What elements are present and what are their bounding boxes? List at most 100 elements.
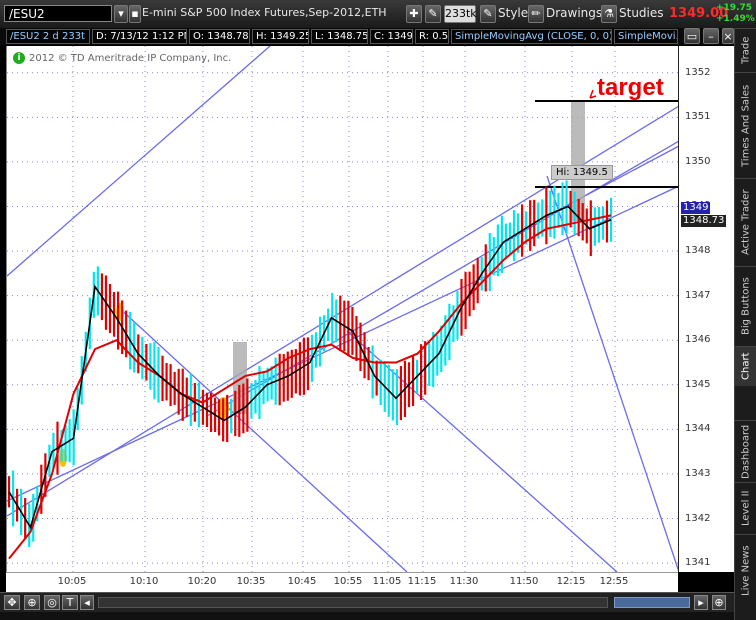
time-axis-tick: 10:05	[57, 576, 87, 587]
text-tool-button[interactable]: T	[62, 595, 78, 610]
drawings-menu[interactable]: Drawings	[546, 6, 602, 20]
price-axis[interactable]: 1352 1351 1350 1349 1348 1347 1346 1345 1344 1343…	[678, 46, 735, 572]
pencil-icon: ✎	[483, 7, 493, 20]
study-sma-1[interactable]: SimpleMovingAvg (CLOSE, 0, 0)	[451, 29, 612, 44]
sma-fast-line	[8, 205, 612, 530]
flask-icon: ⚗	[604, 7, 614, 20]
price-axis-tick: 1351	[685, 111, 711, 123]
sma-slow-line	[8, 214, 612, 560]
price-axis-tick: 1341	[685, 557, 711, 569]
studies-menu[interactable]: Studies	[619, 6, 664, 20]
low-field: L: 1348.75	[311, 29, 368, 44]
chevron-down-icon: ▾	[118, 7, 124, 20]
copyright-notice: 2012 © TD Ameritrade IP Company, Inc.	[29, 53, 232, 64]
price-chart-svg[interactable]	[7, 46, 679, 572]
price-axis-tick: 1347	[685, 289, 711, 301]
trendline	[7, 46, 271, 277]
zoom-button[interactable]: ⊕	[24, 595, 40, 610]
sidebar-tab-trade[interactable]: Trade	[735, 28, 756, 72]
scroll-right-button[interactable]: ▸	[694, 595, 708, 610]
arrow-right-icon: ▸	[698, 596, 704, 609]
tools-button[interactable]: ✎	[425, 5, 441, 23]
info-icon[interactable]: i	[13, 52, 25, 64]
high-field: H: 1349.25	[252, 29, 309, 44]
window-minimize-button[interactable]: –	[703, 28, 719, 44]
time-axis-tick: 11:05	[372, 576, 402, 587]
change-points: +19.75	[716, 3, 753, 13]
time-axis-tick: 10:35	[236, 576, 266, 587]
sidebar-tab-big-buttons[interactable]: Big Buttons	[735, 266, 756, 346]
sidebar-tab-chart[interactable]: Chart	[735, 346, 756, 386]
symbol-lookup-button[interactable]: ▪	[129, 5, 141, 23]
time-scrollbar-thumb[interactable]	[614, 597, 690, 608]
date-field: D: 7/13/12 1:12 PM	[92, 29, 187, 44]
restore-icon: ▭	[686, 30, 698, 43]
time-axis-tick: 12:55	[599, 576, 629, 587]
style-icon-button[interactable]: ✎	[480, 5, 496, 23]
time-axis-tick: 11:50	[509, 576, 539, 587]
price-chart[interactable]: i 2012 © TD Ameritrade IP Company, Inc. …	[6, 46, 679, 572]
trendline	[206, 140, 679, 417]
time-axis-tick: 10:10	[129, 576, 159, 587]
high-price-label: Hi: 1349.5	[551, 165, 613, 180]
study-sma-2[interactable]: SimpleMovi...	[614, 29, 678, 44]
sidebar-tab-dashboard[interactable]: Dashboard	[735, 420, 756, 482]
drawings-icon-button[interactable]: ✏	[528, 5, 544, 23]
time-axis-tick: 11:30	[449, 576, 479, 587]
zoom-icon: ⊕	[27, 596, 37, 609]
arrow-left-icon: ◂	[84, 596, 90, 609]
target-arrow	[589, 89, 597, 99]
sidebar-tab-active-trader[interactable]: Active Trader	[735, 178, 756, 266]
crosshair-button[interactable]: ✚	[406, 5, 422, 23]
minimize-icon: –	[708, 30, 714, 43]
price-axis-tick: 1348	[685, 245, 711, 257]
sidebar-tab-live-news[interactable]: Live News	[735, 534, 756, 606]
symbol-aggregation-field: /ESU2 2 d 233t	[6, 29, 90, 44]
price-axis-tick: 1344	[685, 423, 711, 435]
window-restore-button[interactable]: ▭	[684, 28, 700, 44]
price-axis-tick: 1343	[685, 467, 711, 479]
target-annotation: target	[597, 74, 664, 101]
scroll-left-button[interactable]: ◂	[80, 595, 94, 610]
time-axis-tick: 10:55	[333, 576, 363, 587]
open-field: O: 1348.78	[189, 29, 250, 44]
trendline	[546, 175, 679, 572]
square-icon: ▪	[131, 7, 139, 20]
window-close-button[interactable]: ×	[722, 28, 734, 44]
right-sidebar: Trade Times And Sales Active Trader Big …	[734, 28, 756, 620]
style-menu[interactable]: Style	[498, 6, 528, 20]
time-axis-tick: 10:45	[287, 576, 317, 587]
studies-icon-button[interactable]: ⚗	[601, 5, 617, 23]
time-axis-tick: 12:15	[556, 576, 586, 587]
price-axis-tick: 1352	[685, 66, 711, 78]
instrument-title: E-mini S&P 500 Index Futures,Sep-2012,ET…	[142, 6, 387, 19]
drawing-icon: ✏	[531, 7, 541, 20]
change-percent: +1.49%	[716, 14, 755, 24]
move-icon: ✥	[7, 596, 17, 609]
range-field: R: 0.5	[415, 29, 449, 44]
chart-bottom-bar: ✥ ⊕ ◎ T ◂ ▸ ⊕	[0, 592, 734, 613]
text-icon: T	[66, 596, 74, 609]
magnifier-icon: ◎	[47, 596, 57, 609]
symbol-input[interactable]: /ESU2	[4, 5, 112, 22]
time-scrollbar[interactable]	[98, 597, 608, 608]
time-axis[interactable]: 10:05 10:10 10:20 10:35 10:45 10:55 11:05 11:15…	[6, 572, 678, 593]
close-field: C: 1349	[370, 29, 413, 44]
time-axis-tick: 10:20	[187, 576, 217, 587]
symbol-dropdown-button[interactable]: ▾	[114, 5, 128, 23]
crosshair-icon: ✚	[409, 7, 419, 20]
price-axis-tick: 1346	[685, 334, 711, 346]
plus-icon: ⊕	[714, 596, 724, 609]
aggregation-button[interactable]: 233tk	[444, 5, 477, 23]
close-icon: ×	[723, 30, 733, 43]
time-axis-tick: 11:15	[407, 576, 437, 587]
wrench-icon: ✎	[428, 7, 438, 20]
price-axis-tick: 1342	[685, 512, 711, 524]
pan-button[interactable]: ✥	[4, 595, 20, 610]
ma-price-tag: 1348.73	[681, 215, 727, 227]
zoom-in-button[interactable]: ⊕	[712, 595, 726, 610]
zoom-out-button[interactable]: ◎	[44, 595, 60, 610]
sidebar-tab-level-ii[interactable]: Level II	[735, 482, 756, 534]
last-price-tag: 1349	[681, 202, 711, 214]
sidebar-tab-times-and-sales[interactable]: Times And Sales	[735, 72, 756, 178]
